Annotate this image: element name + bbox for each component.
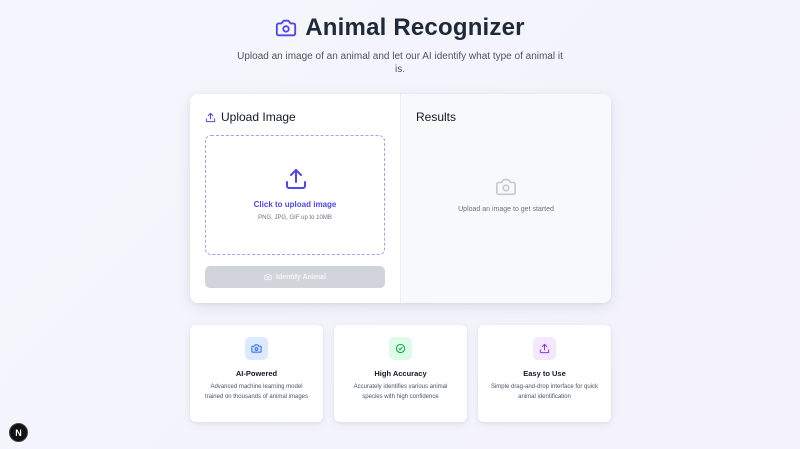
upload-panel-heading: Upload Image xyxy=(205,110,385,124)
upload-panel-title: Upload Image xyxy=(221,110,296,124)
upload-icon xyxy=(205,112,216,122)
results-panel-title: Results xyxy=(416,110,457,124)
camera-icon xyxy=(251,344,262,353)
title-row: Animal Recognizer xyxy=(0,12,800,44)
identify-animal-button[interactable]: Identify Animal xyxy=(205,266,385,288)
camera-icon xyxy=(496,178,516,196)
feature-icon-box xyxy=(533,337,556,360)
feature-card-high-accuracy: High Accuracy Accurately identifies vari… xyxy=(334,325,467,422)
results-panel-heading: Results xyxy=(416,110,596,124)
page-header: Animal Recognizer Upload an image of an … xyxy=(0,12,800,76)
results-panel: Results Upload an image to get started xyxy=(400,94,611,303)
dropzone-title[interactable]: Click to upload image xyxy=(206,200,384,209)
feature-title: AI-Powered xyxy=(235,369,278,378)
feature-title: Easy to Use xyxy=(523,369,566,378)
feature-card-easy-to-use: Easy to Use Simple drag-and-drop interfa… xyxy=(478,325,611,422)
feature-description: Simple drag-and-drop interface for quick… xyxy=(490,384,599,400)
feature-icon-box xyxy=(245,337,268,360)
identify-button-label: Identify Animal xyxy=(276,273,326,281)
feature-description: Accurately identifies various animal spe… xyxy=(353,384,448,400)
camera-icon xyxy=(264,273,272,281)
upload-dropzone[interactable]: Click to upload image PNG, JPG, GIF up t… xyxy=(205,135,385,255)
page-subtitle: Upload an image of an animal and let our… xyxy=(237,51,563,75)
feature-icon-box xyxy=(389,337,412,360)
results-placeholder: Upload an image to get started xyxy=(458,206,554,213)
upload-icon xyxy=(539,343,550,354)
dev-tools-badge[interactable]: N xyxy=(9,423,28,442)
main-card: Upload Image Click to upload image PNG, … xyxy=(190,94,611,303)
upload-icon xyxy=(286,169,306,189)
dropzone-hint: PNG, JPG, GIF up to 10MB xyxy=(258,215,332,221)
feature-title: High Accuracy xyxy=(374,369,427,378)
upload-panel: Upload Image Click to upload image PNG, … xyxy=(190,94,400,303)
feature-description: Advanced machine learning model trained … xyxy=(204,384,309,400)
check-circle-icon xyxy=(395,343,406,354)
feature-card-ai-powered: AI-Powered Advanced machine learning mod… xyxy=(190,325,323,422)
page-title: Animal Recognizer xyxy=(305,14,525,41)
camera-icon xyxy=(276,19,297,37)
